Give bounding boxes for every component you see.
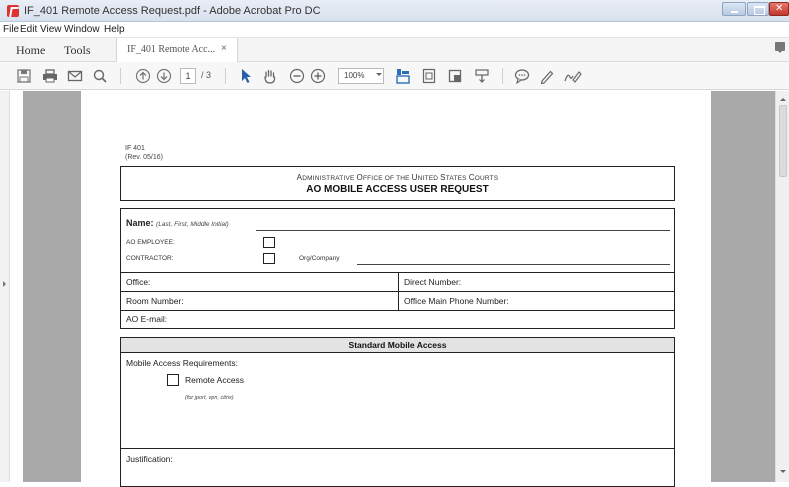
next-page-icon[interactable] <box>156 68 172 84</box>
justification-field[interactable]: Justification: <box>126 454 173 464</box>
toolbar-separator <box>120 68 121 84</box>
room-number-field[interactable]: Room Number: <box>126 296 184 306</box>
email-icon[interactable] <box>67 68 83 84</box>
scroll-thumb[interactable] <box>779 105 787 177</box>
name-section: Name: (Last, First, Middle Initial) AO E… <box>120 208 675 273</box>
section-divider <box>121 448 674 449</box>
minimize-button[interactable] <box>722 2 746 16</box>
form-id: IF 401 <box>125 145 145 152</box>
close-tab-icon[interactable]: × <box>221 43 227 54</box>
remote-access-hint: (for jport, vpn, citrix) <box>185 395 234 401</box>
scroll-up-icon[interactable] <box>780 95 786 101</box>
form-title: AO MOBILE ACCESS USER REQUEST <box>306 184 489 195</box>
keyboard-scroll-icon[interactable] <box>474 68 490 84</box>
hand-tool-icon[interactable] <box>262 68 278 84</box>
page-number-input[interactable]: 1 <box>180 68 196 84</box>
select-cursor-icon[interactable] <box>240 68 252 84</box>
remote-access-label: Remote Access <box>185 375 245 385</box>
name-hint: (Last, First, Middle Initial) <box>156 221 229 228</box>
tab-document[interactable]: IF_401 Remote Acc... × <box>116 38 238 62</box>
ao-employee-label: AO EMPLOYEE: <box>126 239 175 246</box>
menu-edit[interactable]: Edit <box>20 24 37 35</box>
toolbar-separator <box>225 68 226 84</box>
viewer-background <box>711 91 775 482</box>
zoom-in-icon[interactable] <box>310 68 326 84</box>
form-header-box: ADMINISTRATIVE OFFICE OF THE UNITED STAT… <box>120 166 675 201</box>
form-revision: (Rev. 05/16) <box>125 154 163 161</box>
contractor-label: CONTRACTOR: <box>126 255 174 262</box>
menu-file[interactable]: File <box>3 24 19 35</box>
name-field[interactable] <box>256 230 670 231</box>
direct-number-field[interactable]: Direct Number: <box>404 277 461 287</box>
fit-page-icon[interactable] <box>422 68 436 84</box>
org-company-field[interactable] <box>357 264 670 265</box>
office-name: ADMINISTRATIVE OFFICE OF THE UNITED STAT… <box>296 173 499 182</box>
org-company-label: Org/Company <box>299 255 340 262</box>
toolbar-separator <box>502 68 503 84</box>
toolbar: 1 / 3 100% <box>0 62 789 90</box>
sign-icon[interactable] <box>564 68 582 84</box>
menu-bar: File Edit View Window Help <box>0 22 789 38</box>
search-icon[interactable] <box>92 68 108 84</box>
contractor-checkbox[interactable] <box>263 253 275 264</box>
fit-width-icon[interactable] <box>396 68 410 84</box>
document-viewer[interactable]: IF 401 (Rev. 05/16) ADMINISTRATIVE OFFIC… <box>0 91 789 487</box>
pdf-page: IF 401 (Rev. 05/16) ADMINISTRATIVE OFFIC… <box>81 91 711 487</box>
left-panel-toggle[interactable] <box>0 91 10 482</box>
tab-row: Home Tools IF_401 Remote Acc... × <box>0 38 789 62</box>
window-title: IF_401 Remote Access Request.pdf - Adobe… <box>24 5 321 17</box>
print-icon[interactable] <box>42 68 58 84</box>
ao-email-field[interactable]: AO E-mail: <box>126 314 167 324</box>
comment-icon[interactable] <box>514 68 530 84</box>
name-label: Name: (Last, First, Middle Initial) <box>126 218 229 228</box>
contact-grid: Office: Direct Number: Room Number: Offi… <box>120 272 675 329</box>
zoom-out-icon[interactable] <box>289 68 305 84</box>
form-id-block: IF 401 (Rev. 05/16) <box>125 144 163 162</box>
viewer-background <box>23 91 81 482</box>
tab-home[interactable]: Home <box>16 43 45 58</box>
page-total-label: / 3 <box>201 70 212 80</box>
title-bar: IF_401 Remote Access Request.pdf - Adobe… <box>0 0 789 22</box>
grid-divider <box>121 291 674 292</box>
document-tab-label: IF_401 Remote Acc... <box>127 44 216 55</box>
highlight-pen-icon[interactable] <box>539 68 555 84</box>
chevron-down-icon[interactable] <box>376 73 382 79</box>
ao-employee-checkbox[interactable] <box>263 237 275 248</box>
chevron-right-icon[interactable] <box>3 281 9 287</box>
menu-window[interactable]: Window <box>64 24 100 35</box>
scroll-down-icon[interactable] <box>780 470 786 476</box>
prev-page-icon[interactable] <box>135 68 151 84</box>
comment-panel-icon[interactable] <box>775 42 785 53</box>
grid-divider <box>121 310 674 311</box>
tab-tools[interactable]: Tools <box>64 43 91 58</box>
save-icon[interactable] <box>16 68 32 84</box>
menu-view[interactable]: View <box>40 24 62 35</box>
maximize-button[interactable] <box>747 2 769 16</box>
acrobat-app-icon <box>7 5 19 17</box>
section-header: Standard Mobile Access <box>121 338 674 353</box>
office-field[interactable]: Office: <box>126 277 150 287</box>
standard-mobile-access-section: Standard Mobile Access Mobile Access Req… <box>120 337 675 487</box>
full-screen-icon[interactable] <box>448 68 462 84</box>
mobile-requirements-label: Mobile Access Requirements: <box>126 358 238 368</box>
office-main-phone-field[interactable]: Office Main Phone Number: <box>404 296 509 306</box>
remote-access-checkbox[interactable] <box>167 374 179 386</box>
menu-help[interactable]: Help <box>104 24 125 35</box>
vertical-scrollbar[interactable] <box>775 91 789 482</box>
close-window-button[interactable] <box>769 2 789 16</box>
